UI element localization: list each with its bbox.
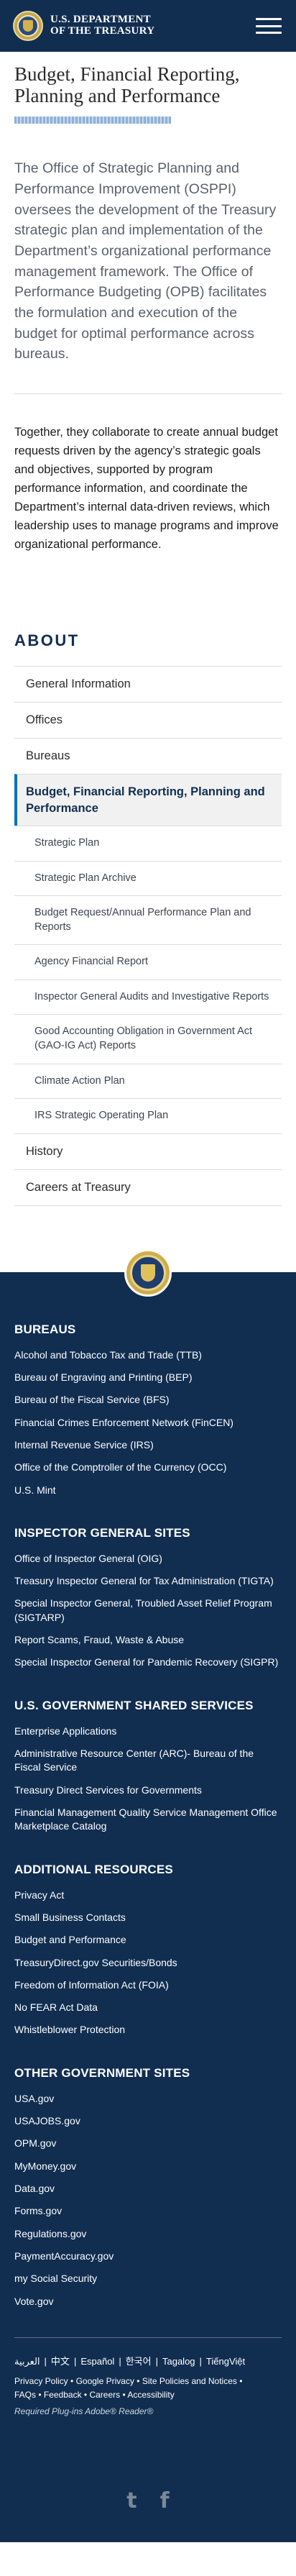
subnav-item-strategic-plan-archive[interactable]: Strategic Plan Archive [14,860,282,896]
treasury-seal-icon [13,11,43,41]
language-link-arabic[interactable]: العربية [14,2356,40,2367]
footer-link[interactable]: Whistleblower Protection [14,2019,282,2041]
treasury-seal-icon [124,1248,172,1297]
footer-section-title: BUREAUS [14,1322,76,1336]
footer-link[interactable]: Forms.gov [14,2200,282,2222]
footer-link[interactable]: USAJOBS.gov [14,2110,282,2132]
nav-item-bureaus[interactable]: Bureaus [14,738,282,774]
language-link-spanish[interactable]: Español [80,2356,114,2367]
language-link-vietnamese[interactable]: TiếngViệt [206,2356,245,2367]
about-heading: ABOUT [14,631,80,650]
footer-section-title: OTHER GOVERNMENT SITES [14,2065,190,2080]
nav-item-careers[interactable]: Careers at Treasury [14,1169,282,1206]
footer-link[interactable]: No FEAR Act Data [14,1996,282,2019]
footer-link[interactable]: Freedom of Information Act (FOIA) [14,1974,282,1996]
nav-item-offices[interactable]: Offices [14,702,282,738]
footer-link[interactable]: Special Inspector General for Pandemic R… [14,1651,282,1673]
title-underline [14,117,171,124]
twitter-icon[interactable]: t [126,2488,137,2513]
footer-section-bureaus: BUREAUS Alcohol and Tobacco Tax and Trad… [14,1323,282,1502]
nav-item-budget-active[interactable]: Budget, Financial Reporting, Planning an… [14,774,282,826]
about-side-nav: General Information Offices Bureaus Budg… [14,666,282,1206]
footer-section-title: ADDITIONAL RESOURCES [14,1862,173,1876]
home-link[interactable]: U.S. DEPARTMENT OF THE TREASURY [13,11,154,41]
footer-link[interactable]: U.S. Mint [14,1479,282,1502]
footer-section-additional-resources: ADDITIONAL RESOURCES Privacy Act Small B… [14,1863,282,2042]
language-link-korean[interactable]: 한국어 [126,2356,152,2367]
footer-link[interactable]: Privacy Act [14,1884,282,1906]
footer-link[interactable]: Administrative Resource Center (ARC)- Bu… [14,1743,282,1779]
footer-link[interactable]: Special Inspector General, Troubled Asse… [14,1592,282,1629]
subnav-item-gao-ig-act[interactable]: Good Accounting Obligation in Government… [14,1014,282,1063]
required-plugins: Required Plug-ins Adobe® Reader® [14,2406,282,2416]
language-link-tagalog[interactable]: Tagalog [162,2356,195,2367]
subnav-item-budget-request[interactable]: Budget Request/Annual Performance Plan a… [14,895,282,944]
footer-link[interactable]: Financial Crimes Enforcement Network (Fi… [14,1412,282,1434]
feedback-link[interactable]: Feedback [44,2390,82,2400]
footer-link[interactable]: Bureau of the Fiscal Service (BFS) [14,1389,282,1411]
hamburger-icon[interactable] [256,16,282,36]
subnav-item-irs-strategic-plan[interactable]: IRS Strategic Operating Plan [14,1098,282,1133]
site-footer: BUREAUS Alcohol and Tobacco Tax and Trad… [0,1248,296,2543]
footer-link[interactable]: PaymentAccuracy.gov [14,2245,282,2267]
language-links: العربية | 中文 | Español | 한국어 | Tagalog | TiếngViệt [14,2337,282,2367]
google-privacy-link[interactable]: Google Privacy [76,2376,134,2386]
careers-link[interactable]: Careers [89,2390,120,2400]
subnav-item-strategic-plan[interactable]: Strategic Plan [14,826,282,861]
nav-item-history[interactable]: History [14,1133,282,1169]
footer-section-shared-services: U.S. GOVERNMENT SHARED SERVICES Enterpri… [14,1699,282,1838]
footer-section-title: INSPECTOR GENERAL SITES [14,1525,190,1540]
plugins-label: Required Plug-ins [14,2406,83,2417]
footer-link[interactable]: Vote.gov [14,2290,282,2313]
brand-line-2: OF THE TREASURY [50,25,155,37]
footer-section-inspector-general: INSPECTOR GENERAL SITES Office of Inspec… [14,1526,282,1674]
footer-link[interactable]: Alcohol and Tobacco Tax and Trade (TTB) [14,1344,282,1366]
privacy-policy-link[interactable]: Privacy Policy [14,2376,68,2386]
footer-link[interactable]: Report Scams, Fraud, Waste & Abuse [14,1629,282,1651]
footer-link[interactable]: Small Business Contacts [14,1906,282,1929]
footer-link[interactable]: Treasury Direct Services for Governments [14,1779,282,1801]
accessibility-link[interactable]: Accessibility [127,2390,174,2400]
nav-item-general-information[interactable]: General Information [14,666,282,702]
facebook-icon[interactable]: f [160,2488,170,2513]
faqs-link[interactable]: FAQs [14,2390,36,2400]
adobe-reader-link[interactable]: Adobe® Reader® [85,2406,153,2416]
brand-line-1: U.S. DEPARTMENT [50,14,151,26]
footer-link[interactable]: Financial Management Quality Service Man… [14,1801,282,1838]
footer-link[interactable]: my Social Security [14,2267,282,2290]
page-title: Budget, Financial Reporting, Planning an… [14,63,240,107]
footer-link[interactable]: USA.gov [14,2088,282,2110]
footer-link[interactable]: Budget and Performance [14,1929,282,1951]
subnav-item-agency-financial-report[interactable]: Agency Financial Report [14,944,282,979]
site-header: U.S. DEPARTMENT OF THE TREASURY [0,0,296,52]
policy-links: Privacy Policy • Google Privacy • Site P… [14,2375,243,2401]
subnav-item-ig-audits[interactable]: Inspector General Audits and Investigati… [14,979,282,1015]
social-links: t f [14,2488,282,2513]
language-link-chinese[interactable]: 中文 [51,2356,70,2367]
footer-section-other-government-sites: OTHER GOVERNMENT SITES USA.gov USAJOBS.g… [14,2066,282,2313]
footer-link[interactable]: Data.gov [14,2178,282,2200]
body-paragraph: Together, they collaborate to create ann… [14,426,279,552]
brand-title: U.S. DEPARTMENT OF THE TREASURY [50,14,154,37]
footer-link[interactable]: Office of Inspector General (OIG) [14,1548,282,1570]
footer-section-title: U.S. GOVERNMENT SHARED SERVICES [14,1698,254,1712]
footer-link[interactable]: Office of the Comptroller of the Currenc… [14,1456,282,1479]
footer-link[interactable]: OPM.gov [14,2132,282,2155]
footer-link[interactable]: TreasuryDirect.gov Securities/Bonds [14,1952,282,1974]
intro-paragraph: The Office of Strategic Planning and Per… [14,124,282,395]
footer-link[interactable]: Enterprise Applications [14,1720,282,1743]
footer-link[interactable]: Treasury Inspector General for Tax Admin… [14,1570,282,1592]
footer-link[interactable]: Bureau of Engraving and Printing (BEP) [14,1366,282,1389]
subnav-item-climate-action-plan[interactable]: Climate Action Plan [14,1063,282,1099]
footer-link[interactable]: Regulations.gov [14,2223,282,2245]
footer-link[interactable]: Internal Revenue Service (IRS) [14,1434,282,1456]
site-policies-link[interactable]: Site Policies and Notices [142,2376,237,2386]
footer-link[interactable]: MyMoney.gov [14,2155,282,2178]
